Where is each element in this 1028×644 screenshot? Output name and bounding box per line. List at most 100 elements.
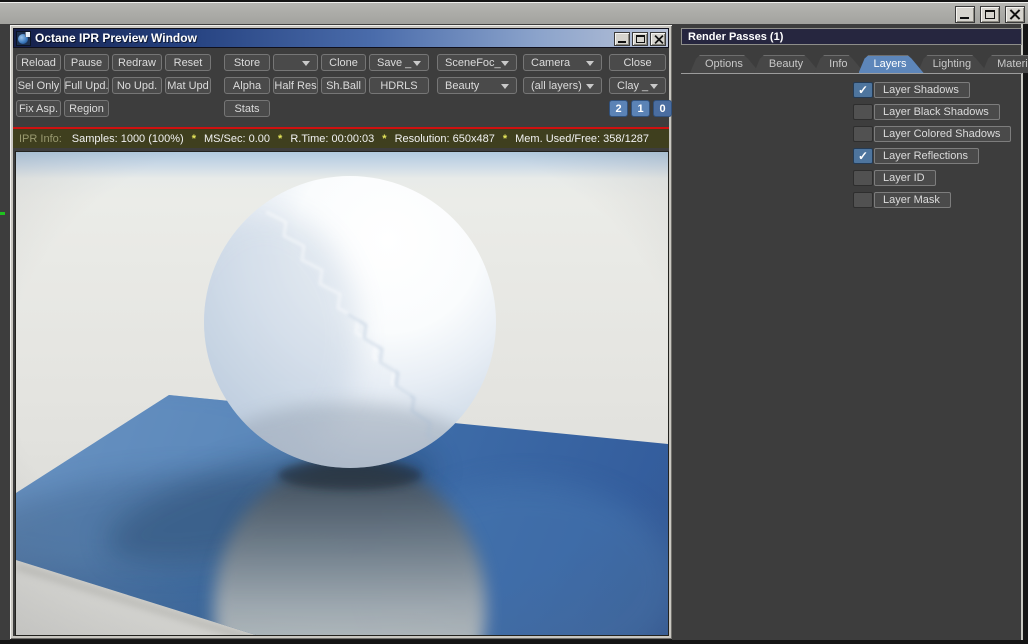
dropdown-label: Save _ bbox=[377, 56, 412, 69]
minimize-icon bbox=[618, 41, 626, 43]
ipr-stat-memory: Mem. Used/Free: 358/1287 bbox=[515, 132, 650, 145]
window-minimize-button[interactable] bbox=[614, 32, 630, 46]
app-close-button[interactable] bbox=[1005, 6, 1025, 23]
checkbox-icon bbox=[853, 170, 873, 186]
reload-button[interactable]: Reload bbox=[16, 54, 61, 71]
reset-button[interactable]: Reset bbox=[165, 54, 211, 71]
render-pass-dropdown[interactable]: Beauty bbox=[437, 77, 517, 94]
layer-toggle-label: Layer Colored Shadows bbox=[874, 126, 1012, 142]
dropdown-label: (all layers) bbox=[531, 79, 582, 92]
layer-reflections-toggle[interactable]: Layer Reflections bbox=[853, 148, 979, 164]
full-update-button[interactable]: Full Upd. bbox=[64, 77, 109, 94]
dropdown-label: SceneFoc_ bbox=[445, 56, 501, 69]
chevron-down-icon bbox=[650, 84, 658, 89]
layer-colored-shadows-toggle[interactable]: Layer Colored Shadows bbox=[853, 126, 1012, 142]
toolbar-row-3: Fix Asp. Region Stats 2 1 0 bbox=[13, 100, 672, 117]
ipr-stat-mssec: MS/Sec: 0.00 bbox=[203, 132, 271, 145]
layer-mask-toggle[interactable]: Layer Mask bbox=[853, 192, 951, 208]
app-maximize-button[interactable] bbox=[980, 6, 1000, 23]
ipr-preview-window: Octane IPR Preview Window Reload Pause R… bbox=[10, 25, 672, 643]
tab-label: Info bbox=[829, 58, 848, 70]
tab-label: Materials bbox=[997, 58, 1028, 70]
scene-focus-dropdown[interactable]: SceneFoc_ bbox=[437, 54, 517, 71]
checkbox-icon bbox=[853, 148, 873, 164]
store-button[interactable]: Store bbox=[224, 54, 270, 71]
chevron-down-icon bbox=[501, 61, 509, 66]
tab-label: Layers bbox=[873, 58, 907, 70]
tab-info[interactable]: Info bbox=[814, 55, 864, 73]
layer-toggle-label: Layer Reflections bbox=[874, 148, 979, 164]
shader-ball-button[interactable]: Sh.Ball bbox=[321, 77, 366, 94]
dropdown-label: Clay _ bbox=[617, 79, 649, 92]
layer-black-shadows-toggle[interactable]: Layer Black Shadows bbox=[853, 104, 1000, 120]
tab-materials[interactable]: Materials bbox=[982, 55, 1028, 73]
screen: Octane IPR Preview Window Reload Pause R… bbox=[0, 0, 1028, 644]
screen-edge bbox=[1023, 24, 1028, 644]
checkbox-icon bbox=[853, 104, 873, 120]
viewport-edge-artifact bbox=[0, 212, 5, 215]
toolbar-row-1: Reload Pause Redraw Reset Store Clone Sa… bbox=[13, 54, 669, 71]
window-title: Octane IPR Preview Window bbox=[35, 31, 197, 45]
layers-dropdown[interactable]: (all layers) bbox=[523, 77, 602, 94]
checkbox-icon bbox=[853, 126, 873, 142]
layer-shadows-toggle[interactable]: Layer Shadows bbox=[853, 82, 970, 98]
app-minimize-button[interactable] bbox=[955, 6, 975, 23]
layer-2-button[interactable]: 2 bbox=[609, 100, 628, 117]
ipr-info-bar: IPR Info: Samples: 1000 (100%) * MS/Sec:… bbox=[13, 127, 669, 148]
render-passes-titlebar: Render Passes (1) bbox=[681, 28, 1022, 45]
alpha-button[interactable]: Alpha bbox=[224, 77, 270, 94]
close-icon bbox=[654, 35, 664, 44]
render-passes-tabs: Options Beauty Info Layers Lighting Mate… bbox=[690, 55, 1028, 73]
minimize-icon bbox=[960, 17, 969, 19]
close-render-button[interactable]: Close bbox=[609, 54, 666, 71]
maximize-icon bbox=[636, 35, 645, 43]
rendered-scene bbox=[15, 152, 668, 643]
stats-button[interactable]: Stats bbox=[224, 100, 270, 117]
region-button[interactable]: Region bbox=[64, 100, 109, 117]
clone-button[interactable]: Clone bbox=[321, 54, 366, 71]
layer-toggle-label: Layer ID bbox=[874, 170, 936, 186]
layer-0-button[interactable]: 0 bbox=[653, 100, 672, 117]
redraw-button[interactable]: Redraw bbox=[112, 54, 162, 71]
dropdown-label: Beauty bbox=[445, 79, 480, 92]
layer-1-button[interactable]: 1 bbox=[631, 100, 650, 117]
hdrls-button[interactable]: HDRLS bbox=[369, 77, 429, 94]
save-dropdown[interactable]: Save _ bbox=[369, 54, 429, 71]
half-res-button[interactable]: Half Res bbox=[273, 77, 318, 94]
tab-beauty[interactable]: Beauty bbox=[754, 55, 820, 73]
store-slot-dropdown[interactable] bbox=[273, 54, 318, 71]
render-viewport[interactable] bbox=[15, 151, 669, 643]
tab-label: Lighting bbox=[932, 58, 972, 70]
app-titlebar bbox=[0, 0, 1028, 24]
ipr-stat-resolution: Resolution: 650x487 bbox=[394, 132, 495, 145]
layer-toggle-label: Layer Mask bbox=[874, 192, 951, 208]
tab-layers[interactable]: Layers bbox=[859, 55, 924, 73]
fix-aspect-button[interactable]: Fix Asp. bbox=[16, 100, 61, 117]
tab-options[interactable]: Options bbox=[690, 55, 760, 73]
layer-toggle-label: Layer Black Shadows bbox=[874, 104, 1000, 120]
camera-dropdown[interactable]: Camera bbox=[523, 54, 602, 71]
chevron-down-icon bbox=[302, 61, 310, 66]
separator: * bbox=[382, 132, 387, 145]
checkbox-icon bbox=[853, 192, 873, 208]
pause-button[interactable]: Pause bbox=[64, 54, 109, 71]
no-update-button[interactable]: No Upd. bbox=[112, 77, 162, 94]
sel-only-button[interactable]: Sel Only bbox=[16, 77, 61, 94]
layer-id-toggle[interactable]: Layer ID bbox=[853, 170, 936, 186]
octane-logo-icon bbox=[16, 30, 31, 46]
separator: * bbox=[191, 132, 196, 145]
chevron-down-icon bbox=[586, 61, 594, 66]
ipr-stat-rtime: R.Time: 00:00:03 bbox=[290, 132, 375, 145]
clay-dropdown[interactable]: Clay _ bbox=[609, 77, 666, 94]
chevron-down-icon bbox=[586, 84, 594, 89]
checkbox-icon bbox=[853, 82, 873, 98]
mat-update-button[interactable]: Mat Upd bbox=[165, 77, 211, 94]
ipr-window-titlebar[interactable]: Octane IPR Preview Window bbox=[13, 28, 669, 48]
window-close-button[interactable] bbox=[650, 32, 666, 46]
render-passes-title: Render Passes (1) bbox=[688, 30, 784, 43]
separator: * bbox=[502, 132, 508, 145]
chevron-down-icon bbox=[413, 61, 421, 66]
tab-label: Beauty bbox=[768, 58, 804, 70]
window-maximize-button[interactable] bbox=[632, 32, 648, 46]
tab-lighting[interactable]: Lighting bbox=[918, 55, 989, 73]
